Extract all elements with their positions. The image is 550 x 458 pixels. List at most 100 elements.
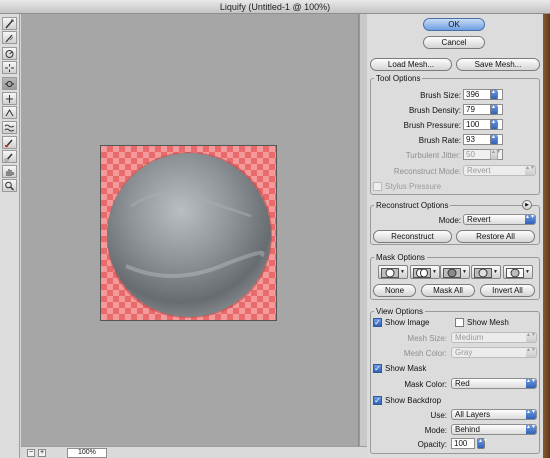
backdrop-opacity-input[interactable]: 100: [451, 438, 475, 449]
tool-strip: [0, 14, 20, 458]
reconstruct-mode-label-2: Mode:: [438, 216, 461, 225]
backdrop-opacity-label: Opacity:: [417, 440, 447, 449]
brush-size-stepper[interactable]: ▲▼: [490, 89, 501, 100]
brush-rate-stepper[interactable]: ▲▼: [490, 134, 501, 145]
save-mesh-button[interactable]: Save Mesh...: [456, 58, 540, 71]
stylus-pressure-checkbox: [373, 182, 382, 191]
brush-pressure-label: Brush Pressure:: [403, 121, 461, 130]
chevron-down-icon: ▲▼: [526, 348, 536, 357]
invert-selection-icon: [506, 268, 524, 278]
mask-none-button[interactable]: None: [373, 284, 416, 297]
show-mesh-label: Show Mesh: [467, 318, 509, 327]
backdrop-use-select[interactable]: All Layers ▲▼: [451, 409, 537, 420]
invert-all-button[interactable]: Invert All: [480, 284, 535, 297]
subtract-from-selection-icon: [443, 268, 461, 278]
show-mask-checkbox[interactable]: ✓: [373, 364, 382, 373]
window-title: Liquify (Untitled-1 @ 100%): [219, 2, 331, 12]
backdrop-mode-select[interactable]: Behind ▲▼: [451, 424, 537, 435]
mesh-size-select: Medium ▲▼: [451, 332, 537, 343]
restore-all-button[interactable]: Restore All: [456, 230, 535, 243]
mesh-color-select: Gray ▲▼: [451, 347, 537, 358]
replace-selection-icon: [381, 268, 399, 278]
reconstruct-button[interactable]: Reconstruct: [373, 230, 452, 243]
chevron-down-icon: ▲▼: [526, 425, 536, 434]
zoom-tool-icon[interactable]: [2, 179, 17, 192]
invert-selection-button[interactable]: ▼: [503, 265, 533, 279]
bloat-tool-icon[interactable]: [2, 77, 17, 90]
brush-density-label: Brush Density:: [408, 106, 461, 115]
preview-image[interactable]: [100, 145, 277, 321]
turbulent-jitter-stepper: ▲▼: [490, 149, 501, 160]
show-image-label: Show Image: [385, 318, 430, 327]
zoom-level-field[interactable]: 100%: [67, 448, 107, 458]
reconstruct-options-mode-select[interactable]: Revert ▲▼: [463, 214, 536, 225]
mask-color-label: Mask Color:: [404, 380, 447, 389]
twirl-clockwise-tool-icon[interactable]: [2, 47, 17, 60]
subtract-from-selection-button[interactable]: ▼: [440, 265, 470, 279]
load-mesh-button[interactable]: Load Mesh...: [370, 58, 452, 71]
mask-color-value: Red: [455, 379, 470, 388]
push-left-tool-icon[interactable]: [2, 92, 17, 105]
chevron-down-icon: ▼: [432, 269, 437, 275]
mask-all-button[interactable]: Mask All: [421, 284, 475, 297]
replace-selection-button[interactable]: ▼: [378, 265, 408, 279]
brush-size-label: Brush Size:: [420, 91, 461, 100]
backdrop-mode-label: Mode:: [424, 426, 447, 435]
stylus-pressure-label: Stylus Pressure: [385, 182, 442, 191]
view-options-title: View Options: [374, 307, 425, 316]
mesh-color-value: Gray: [455, 348, 473, 357]
hand-tool-icon[interactable]: [2, 165, 17, 178]
intersect-selection-icon: [474, 268, 492, 278]
cancel-button[interactable]: Cancel: [423, 36, 485, 49]
intersect-selection-button[interactable]: ▼: [471, 265, 501, 279]
turbulence-tool-icon[interactable]: [2, 121, 17, 134]
freeze-mask-tool-icon[interactable]: [2, 136, 17, 149]
brush-rate-label: Brush Rate:: [418, 136, 461, 145]
reconstruct-options-menu-icon[interactable]: ▶: [522, 200, 532, 210]
pucker-tool-icon[interactable]: [2, 61, 17, 74]
reconstruct-options-title: Reconstruct Options: [374, 201, 451, 210]
thaw-mask-tool-icon[interactable]: [2, 150, 17, 163]
mirror-tool-icon[interactable]: [2, 106, 17, 119]
chevron-down-icon: ▼: [400, 269, 405, 275]
backdrop-use-label: Use:: [430, 411, 447, 420]
show-image-checkbox[interactable]: ✓: [373, 318, 382, 327]
zoom-in-button[interactable]: +: [38, 449, 46, 457]
chevron-down-icon: ▼: [525, 269, 530, 275]
chevron-down-icon: ▲▼: [526, 410, 536, 419]
tool-options-title: Tool Options: [374, 74, 423, 83]
preview-canvas[interactable]: [21, 14, 359, 446]
chevron-down-icon: ▼: [462, 269, 467, 275]
turbulent-jitter-label: Turbulent Jitter:: [405, 151, 461, 160]
zoom-out-button[interactable]: −: [27, 449, 35, 457]
mask-color-select[interactable]: Red ▲▼: [451, 378, 537, 389]
show-backdrop-label: Show Backdrop: [385, 396, 442, 405]
window-titlebar: Liquify (Untitled-1 @ 100%): [0, 0, 550, 14]
mesh-size-label: Mesh Size:: [407, 334, 447, 343]
add-to-selection-button[interactable]: ▼: [410, 265, 440, 279]
show-mesh-checkbox[interactable]: [455, 318, 464, 327]
mesh-color-label: Mesh Color:: [403, 349, 447, 358]
ok-button[interactable]: OK: [423, 18, 485, 31]
mask-options-title: Mask Options: [374, 253, 427, 262]
mesh-size-value: Medium: [455, 333, 484, 342]
sphere-image: [106, 152, 273, 318]
add-to-selection-icon: [413, 268, 431, 278]
show-backdrop-checkbox[interactable]: ✓: [373, 396, 382, 405]
chevron-down-icon: ▲▼: [525, 215, 535, 224]
backdrop-mode-value: Behind: [455, 425, 480, 434]
chevron-down-icon: ▲▼: [526, 379, 536, 388]
window-edge: [543, 14, 550, 458]
reconstruct-mode-label: Reconstruct Mode:: [393, 167, 461, 176]
backdrop-use-value: All Layers: [455, 410, 491, 419]
reconstruct-options-mode-value: Revert: [467, 215, 491, 224]
brush-pressure-stepper[interactable]: ▲▼: [490, 119, 501, 130]
show-mask-label: Show Mask: [385, 364, 427, 373]
reconstruct-tool-icon[interactable]: [2, 31, 17, 44]
forward-warp-tool-icon[interactable]: [2, 17, 17, 30]
backdrop-opacity-stepper[interactable]: ▲▼: [477, 438, 488, 449]
chevron-down-icon: ▼: [493, 269, 498, 275]
reconstruct-mode-select: Revert ▲▼: [463, 165, 536, 176]
chevron-down-icon: ▲▼: [526, 333, 536, 342]
brush-density-stepper[interactable]: ▲▼: [490, 104, 501, 115]
